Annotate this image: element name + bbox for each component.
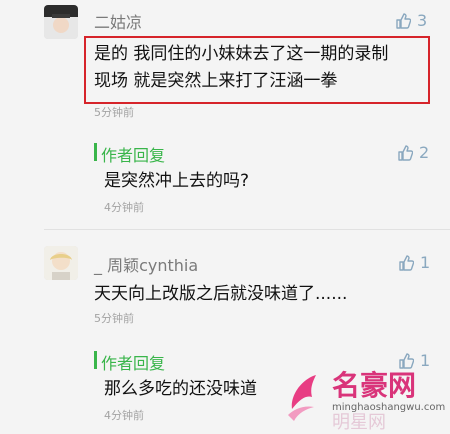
reply-2-text: 那么多吃的还没味道 <box>104 379 257 399</box>
watermark-logo-icon <box>288 375 316 421</box>
comment-2-time: 5分钟前 <box>94 312 134 325</box>
watermark-overlay-text: 明星网 <box>332 412 386 433</box>
comment-2-like-button[interactable]: 1 <box>398 253 430 272</box>
reply-1-indicator <box>94 143 97 161</box>
comment-1-like-button[interactable]: 3 <box>395 11 427 30</box>
thumbs-up-icon <box>398 144 413 161</box>
comment-divider <box>44 229 450 230</box>
comment-2-username[interactable]: _ 周颖cynthia <box>94 252 198 276</box>
reply-2-indicator <box>94 351 97 369</box>
avatar-comment-1[interactable] <box>44 5 78 39</box>
reply-1-text: 是突然冲上去的吗? <box>104 171 250 191</box>
avatar-comment-2[interactable] <box>44 246 78 280</box>
comment-1-like-count: 3 <box>417 11 428 30</box>
reply-1-author: 作者回复 <box>101 146 166 165</box>
watermark-brand: 名豪网 <box>332 369 417 402</box>
reply-1-like-count: 2 <box>419 143 430 162</box>
comment-2-like-count: 1 <box>420 253 431 272</box>
comment-1-time: 5分钟前 <box>94 106 134 119</box>
reply-1-like-button[interactable]: 2 <box>397 143 429 162</box>
reply-2-author: 作者回复 <box>101 354 166 373</box>
reply-2-time: 4分钟前 <box>104 409 144 422</box>
comment-1-text-line-1: 是的 我同住的小妹妹去了这一期的录制 <box>94 44 389 64</box>
comment-2-text: 天天向上改版之后就没味道了...... <box>94 284 348 304</box>
comment-1-text-line-2: 现场 就是突然上来打了汪涵一拳 <box>94 71 338 91</box>
reply-1-time: 4分钟前 <box>104 201 144 214</box>
comment-1-username[interactable]: 二姑凉 <box>94 9 142 33</box>
thumbs-up-icon <box>396 12 411 29</box>
thumbs-up-icon <box>399 254 414 271</box>
